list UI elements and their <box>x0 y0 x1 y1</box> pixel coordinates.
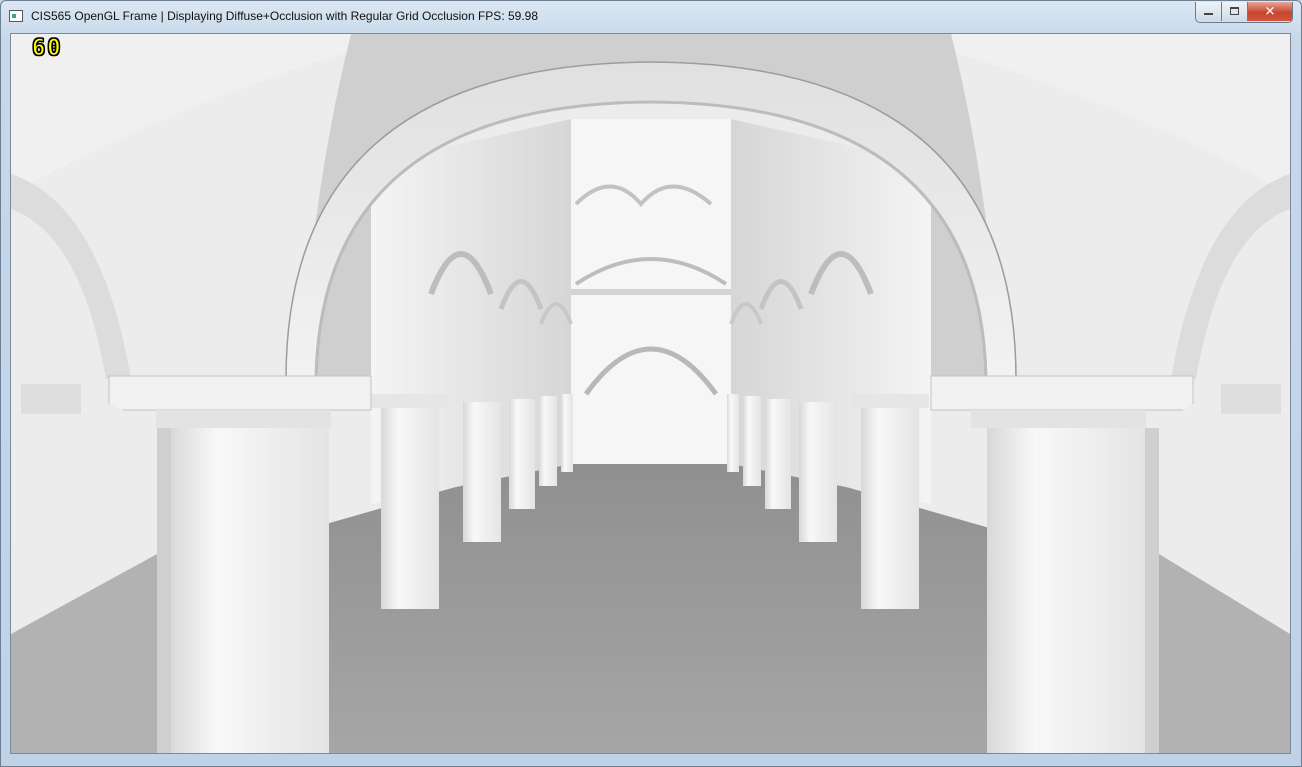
left-column-3 <box>509 399 535 509</box>
left-near-pillar <box>169 428 329 753</box>
right-capital-near <box>851 394 929 408</box>
left-column-5 <box>561 394 573 472</box>
opengl-viewport[interactable]: 60 <box>10 33 1291 754</box>
right-column-3 <box>765 399 791 509</box>
left-near-abacus <box>156 410 331 428</box>
minimize-icon <box>1204 13 1213 15</box>
left-column-2 <box>463 402 501 542</box>
right-column-4 <box>743 396 761 486</box>
far-cornice <box>571 289 731 295</box>
right-far-capital <box>1221 384 1281 414</box>
restore-icon <box>1230 7 1239 15</box>
right-column-5 <box>727 394 739 472</box>
right-column-2 <box>799 402 837 542</box>
opengl-app-icon[interactable] <box>9 10 23 22</box>
app-window: CIS565 OpenGL Frame | Displaying Diffuse… <box>0 0 1302 767</box>
right-near-abacus <box>971 410 1146 428</box>
left-far-capital <box>21 384 81 414</box>
left-column-4 <box>539 396 557 486</box>
right-near-pillar <box>987 428 1147 753</box>
fps-overlay: 60 <box>32 36 63 61</box>
close-icon: ✕ <box>1264 4 1276 19</box>
left-column-near <box>381 404 439 609</box>
window-controls: ✕ <box>1195 2 1293 23</box>
left-near-capital <box>108 375 372 411</box>
window-title: CIS565 OpenGL Frame | Displaying Diffuse… <box>31 9 539 23</box>
right-near-pillar-side <box>1145 428 1159 753</box>
right-column-near <box>861 404 919 609</box>
left-capital-near <box>371 394 449 408</box>
right-near-capital <box>930 375 1194 411</box>
title-bar[interactable]: CIS565 OpenGL Frame | Displaying Diffuse… <box>1 1 1301 32</box>
restore-button[interactable] <box>1222 2 1248 21</box>
minimize-button[interactable] <box>1196 2 1222 21</box>
close-button[interactable]: ✕ <box>1248 2 1292 21</box>
rendered-3d-scene <box>11 34 1290 753</box>
left-near-pillar-side <box>157 428 171 753</box>
